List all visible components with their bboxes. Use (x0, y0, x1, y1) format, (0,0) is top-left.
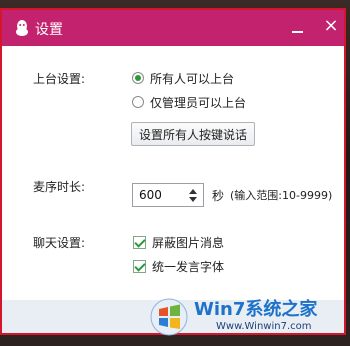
watermark-brand: Win7系统之家 (194, 299, 318, 320)
windows-logo-icon (150, 298, 188, 336)
window-title: 设置 (35, 22, 63, 38)
checkbox-label-block-images[interactable]: 屏蔽图片消息 (152, 234, 224, 251)
set-hotkey-button-label: 设置所有人按键说话 (138, 127, 247, 142)
radio-admin-only[interactable] (132, 96, 144, 108)
watermark: Win7系统之家 Www.Winwin7.com (150, 293, 346, 343)
checkbox-label-unified-font[interactable]: 统一发言字体 (152, 258, 224, 275)
mic-duration-range-hint: (输入范围:10-9999) (230, 189, 333, 202)
checkbox-block-image-messages[interactable] (133, 236, 146, 249)
settings-dialog: 设置 × 上台设置: 所有人可以上台 仅管理员可以上台 设置所有人按键说话 麦序… (0, 8, 346, 335)
set-hotkey-button[interactable]: 设置所有人按键说话 (131, 122, 255, 146)
penguin-icon (16, 20, 28, 36)
stage-settings-label: 上台设置: (33, 72, 86, 86)
mic-duration-stepper[interactable]: 600 (132, 183, 204, 207)
mic-order-duration-label: 麦序时长: (33, 180, 86, 194)
watermark-url: Www.Winwin7.com (216, 321, 312, 332)
radio-label-admin-only[interactable]: 仅管理员可以上台 (150, 94, 246, 111)
radio-label-everyone[interactable]: 所有人可以上台 (150, 70, 234, 87)
radio-everyone-can-go-on-stage[interactable] (132, 72, 144, 84)
stepper-down-icon[interactable] (187, 196, 199, 205)
mic-duration-unit: 秒 (212, 189, 225, 203)
close-icon: × (323, 15, 339, 36)
title-bar[interactable]: 设置 × (2, 10, 344, 46)
mic-duration-value[interactable]: 600 (139, 188, 162, 202)
checkbox-unified-font[interactable] (133, 260, 146, 273)
close-button[interactable]: × (322, 16, 340, 36)
stepper-up-icon[interactable] (187, 187, 199, 196)
chat-settings-label: 聊天设置: (33, 236, 86, 250)
minimize-button[interactable] (291, 20, 305, 34)
